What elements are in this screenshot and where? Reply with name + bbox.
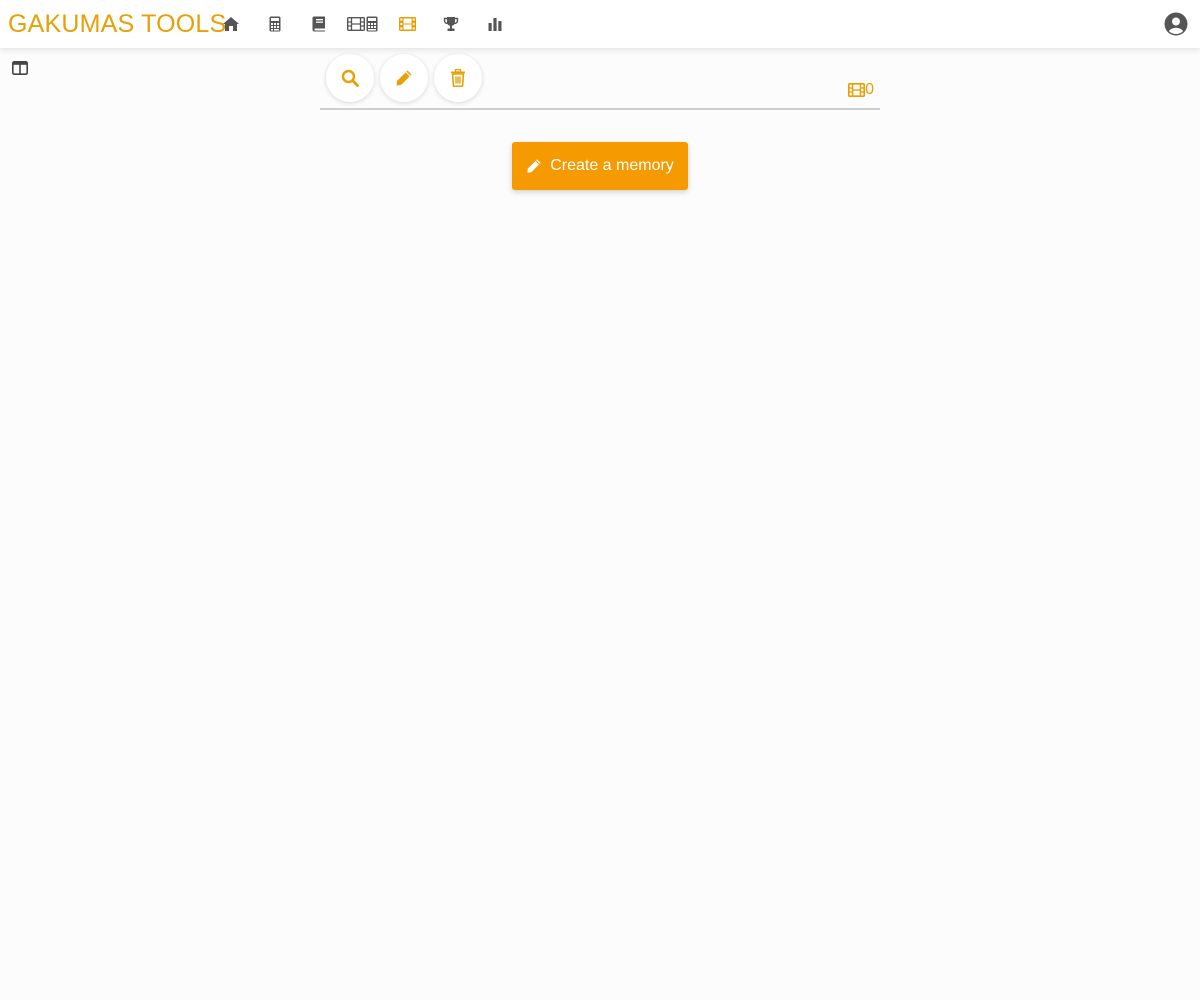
memory-count-value: 0 xyxy=(865,81,874,98)
trash-icon xyxy=(451,69,465,87)
layout-toggle-button[interactable] xyxy=(12,61,28,75)
nav-book[interactable] xyxy=(309,14,329,34)
create-memory-button[interactable]: Create a memory xyxy=(512,142,688,190)
nav-home[interactable] xyxy=(221,14,241,34)
film-icon xyxy=(398,17,416,31)
book-icon xyxy=(312,16,325,32)
delete-button[interactable] xyxy=(434,54,482,102)
account-button[interactable] xyxy=(1164,12,1188,36)
home-icon xyxy=(223,17,239,31)
pencil-icon xyxy=(527,159,541,173)
brand-title[interactable]: GAKUMAS TOOLS xyxy=(8,9,226,39)
nav-stats[interactable] xyxy=(485,14,505,34)
trophy-icon xyxy=(443,17,459,31)
nav-film-calculator[interactable] xyxy=(346,14,378,34)
memory-count: 0 xyxy=(848,81,874,99)
nav-calculator[interactable] xyxy=(265,14,285,34)
search-icon xyxy=(341,69,359,87)
create-memory-label: Create a memory xyxy=(550,157,674,174)
nav-film-active[interactable] xyxy=(397,14,417,34)
film-calculator-icon xyxy=(346,16,377,32)
top-navbar: GAKUMAS TOOLS xyxy=(0,0,1200,48)
account-circle-icon xyxy=(1164,12,1188,36)
columns-icon xyxy=(12,61,28,75)
edit-button[interactable] xyxy=(380,54,428,102)
search-button[interactable] xyxy=(326,54,374,102)
film-icon xyxy=(848,83,866,97)
bar-chart-icon xyxy=(488,18,502,31)
memory-toolbar: 0 xyxy=(320,50,880,110)
calculator-icon xyxy=(269,16,281,32)
nav-trophy[interactable] xyxy=(441,14,461,34)
pencil-icon xyxy=(396,70,412,86)
